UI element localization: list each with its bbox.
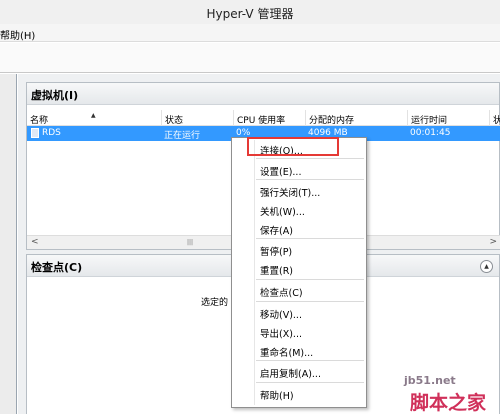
window-title: Hyper-V 管理器	[206, 7, 294, 21]
column-cpu[interactable]: CPU 使用率	[233, 110, 305, 126]
column-status-truncated[interactable]: 状	[489, 110, 500, 126]
menu-separator	[256, 279, 364, 280]
menu-separator	[256, 382, 364, 383]
column-status[interactable]: 状态	[161, 110, 233, 126]
menu-item-settings[interactable]: 设置(E)...	[260, 164, 301, 178]
navigation-pane[interactable]	[0, 74, 17, 414]
menu-item-checkpoint[interactable]: 检查点(C)	[260, 285, 303, 299]
menu-separator	[256, 179, 364, 180]
menu-separator	[256, 360, 364, 361]
menu-item-reset[interactable]: 重置(R)	[260, 263, 293, 277]
menu-item-save[interactable]: 保存(A)	[260, 223, 293, 237]
menu-item-move[interactable]: 移动(V)...	[260, 307, 302, 321]
menu-item-turn-off[interactable]: 强行关闭(T)...	[260, 185, 320, 199]
menu-bar: 帮助(H)	[0, 24, 500, 42]
menu-separator	[256, 238, 364, 239]
scroll-thumb-grip-icon[interactable]: |||	[187, 239, 193, 246]
column-memory[interactable]: 分配的内存	[305, 110, 407, 126]
menu-item-help[interactable]: 帮助(H)	[260, 388, 294, 402]
title-bar: Hyper-V 管理器	[0, 0, 500, 24]
vm-uptime: 00:01:45	[410, 128, 451, 138]
context-menu: 连接(O)... 设置(E)... 强行关闭(T)... 关机(W)... 保存…	[231, 137, 367, 408]
collapse-icon[interactable]: ▲	[480, 260, 493, 273]
menu-separator	[256, 158, 364, 159]
menu-item-pause[interactable]: 暂停(P)	[260, 244, 292, 258]
vm-icon	[31, 128, 39, 138]
scroll-right-icon[interactable]: >	[489, 237, 497, 247]
menu-item-enable-replication[interactable]: 启用复制(A)...	[260, 366, 321, 380]
vm-panel-title: 虚拟机(I)	[27, 83, 499, 105]
menu-separator	[256, 301, 364, 302]
menu-item-export[interactable]: 导出(X)...	[260, 326, 302, 340]
menu-help[interactable]: 帮助(H)	[0, 27, 35, 42]
annotation-highlight-box	[247, 137, 339, 156]
vm-name: RDS	[42, 128, 61, 138]
vm-grid-header: 名称 ▲ 状态 CPU 使用率 分配的内存 运行时间 状	[27, 110, 500, 126]
menu-item-shut-down[interactable]: 关机(W)...	[260, 204, 305, 218]
checkpoint-empty-text: 选定的	[201, 298, 229, 308]
scroll-left-icon[interactable]: <	[31, 237, 39, 247]
vm-status: 正在运行	[164, 131, 201, 141]
watermark-site: jb51.net	[404, 374, 456, 387]
sort-ascending-icon: ▲	[91, 112, 96, 119]
toolbar	[0, 43, 500, 73]
menu-gutter	[254, 140, 255, 405]
column-uptime[interactable]: 运行时间	[407, 110, 489, 126]
watermark-brand: 脚本之家	[410, 392, 487, 414]
menu-item-rename[interactable]: 重命名(M)...	[260, 345, 313, 359]
